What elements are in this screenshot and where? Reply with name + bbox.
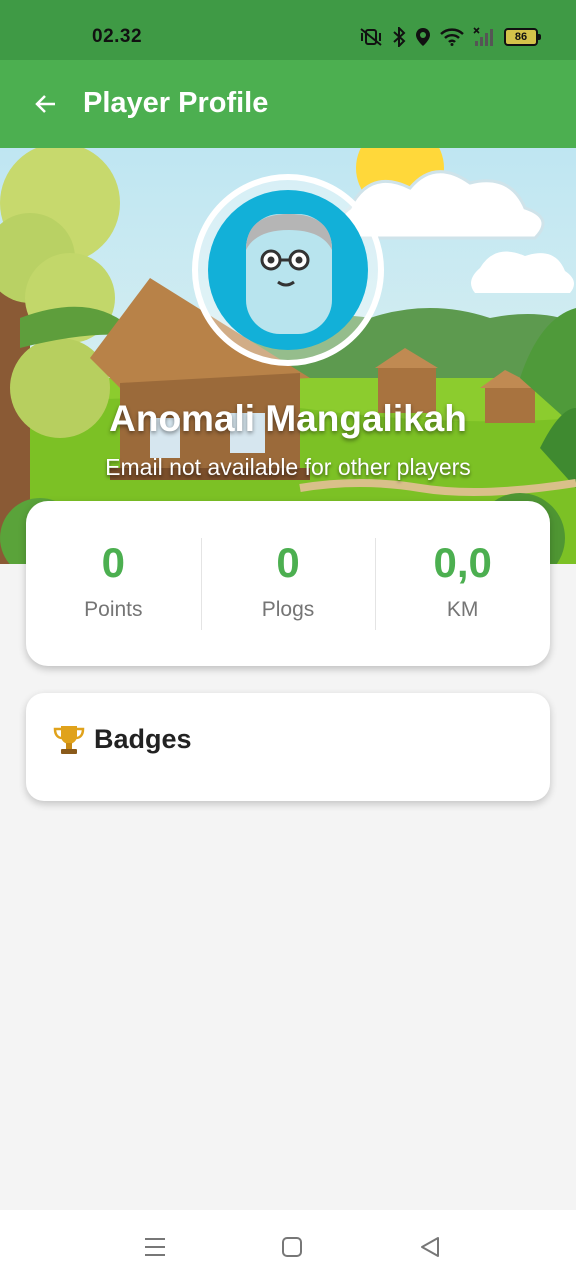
location-icon	[415, 27, 431, 47]
status-bar: 02.32 86	[0, 0, 576, 60]
battery-icon: 86	[504, 28, 541, 46]
badges-card[interactable]: Badges	[26, 693, 550, 801]
menu-button[interactable]	[140, 1232, 170, 1262]
home-button[interactable]	[277, 1232, 307, 1262]
menu-icon	[145, 1238, 165, 1256]
player-profile-screen: 02.32 86 Player Profile Anomali Mangalik…	[0, 0, 576, 1280]
stat-label: Points	[84, 597, 143, 621]
system-nav-bar	[0, 1210, 576, 1280]
back-triangle-icon	[421, 1237, 439, 1257]
stat-points: 0 Points	[26, 538, 201, 630]
back-button[interactable]	[24, 82, 68, 126]
cell-signal-icon	[473, 27, 495, 47]
stat-km: 0,0 KM	[375, 537, 550, 630]
stat-value: 0	[101, 538, 126, 586]
stat-label: KM	[446, 597, 479, 621]
stat-plogs: 0 Plogs	[200, 537, 376, 630]
wifi-icon	[440, 28, 464, 46]
status-icons: 86	[359, 25, 541, 49]
player-name: Anomali Mangalikah	[109, 398, 467, 439]
stats-card: 0 Points 0 Plogs 0,0 KM	[26, 501, 550, 666]
bluetooth-icon	[392, 27, 406, 47]
home-square-icon	[282, 1237, 302, 1257]
page-title: Player Profile	[83, 87, 269, 119]
badges-title: Badges	[94, 724, 192, 754]
back-nav-button[interactable]	[415, 1232, 445, 1262]
avatar-ring	[192, 174, 384, 366]
arrow-left-icon	[35, 95, 55, 113]
avatar	[208, 190, 368, 350]
player-email-note: Email not available for other players	[105, 454, 471, 480]
stat-label: Plogs	[261, 597, 315, 621]
stat-value: 0	[276, 538, 300, 586]
mute-vibrate-icon	[359, 27, 383, 47]
trophy-icon	[53, 726, 85, 754]
stat-value: 0,0	[433, 538, 492, 586]
app-bar: Player Profile	[0, 60, 576, 148]
status-time: 02.32	[92, 26, 143, 47]
